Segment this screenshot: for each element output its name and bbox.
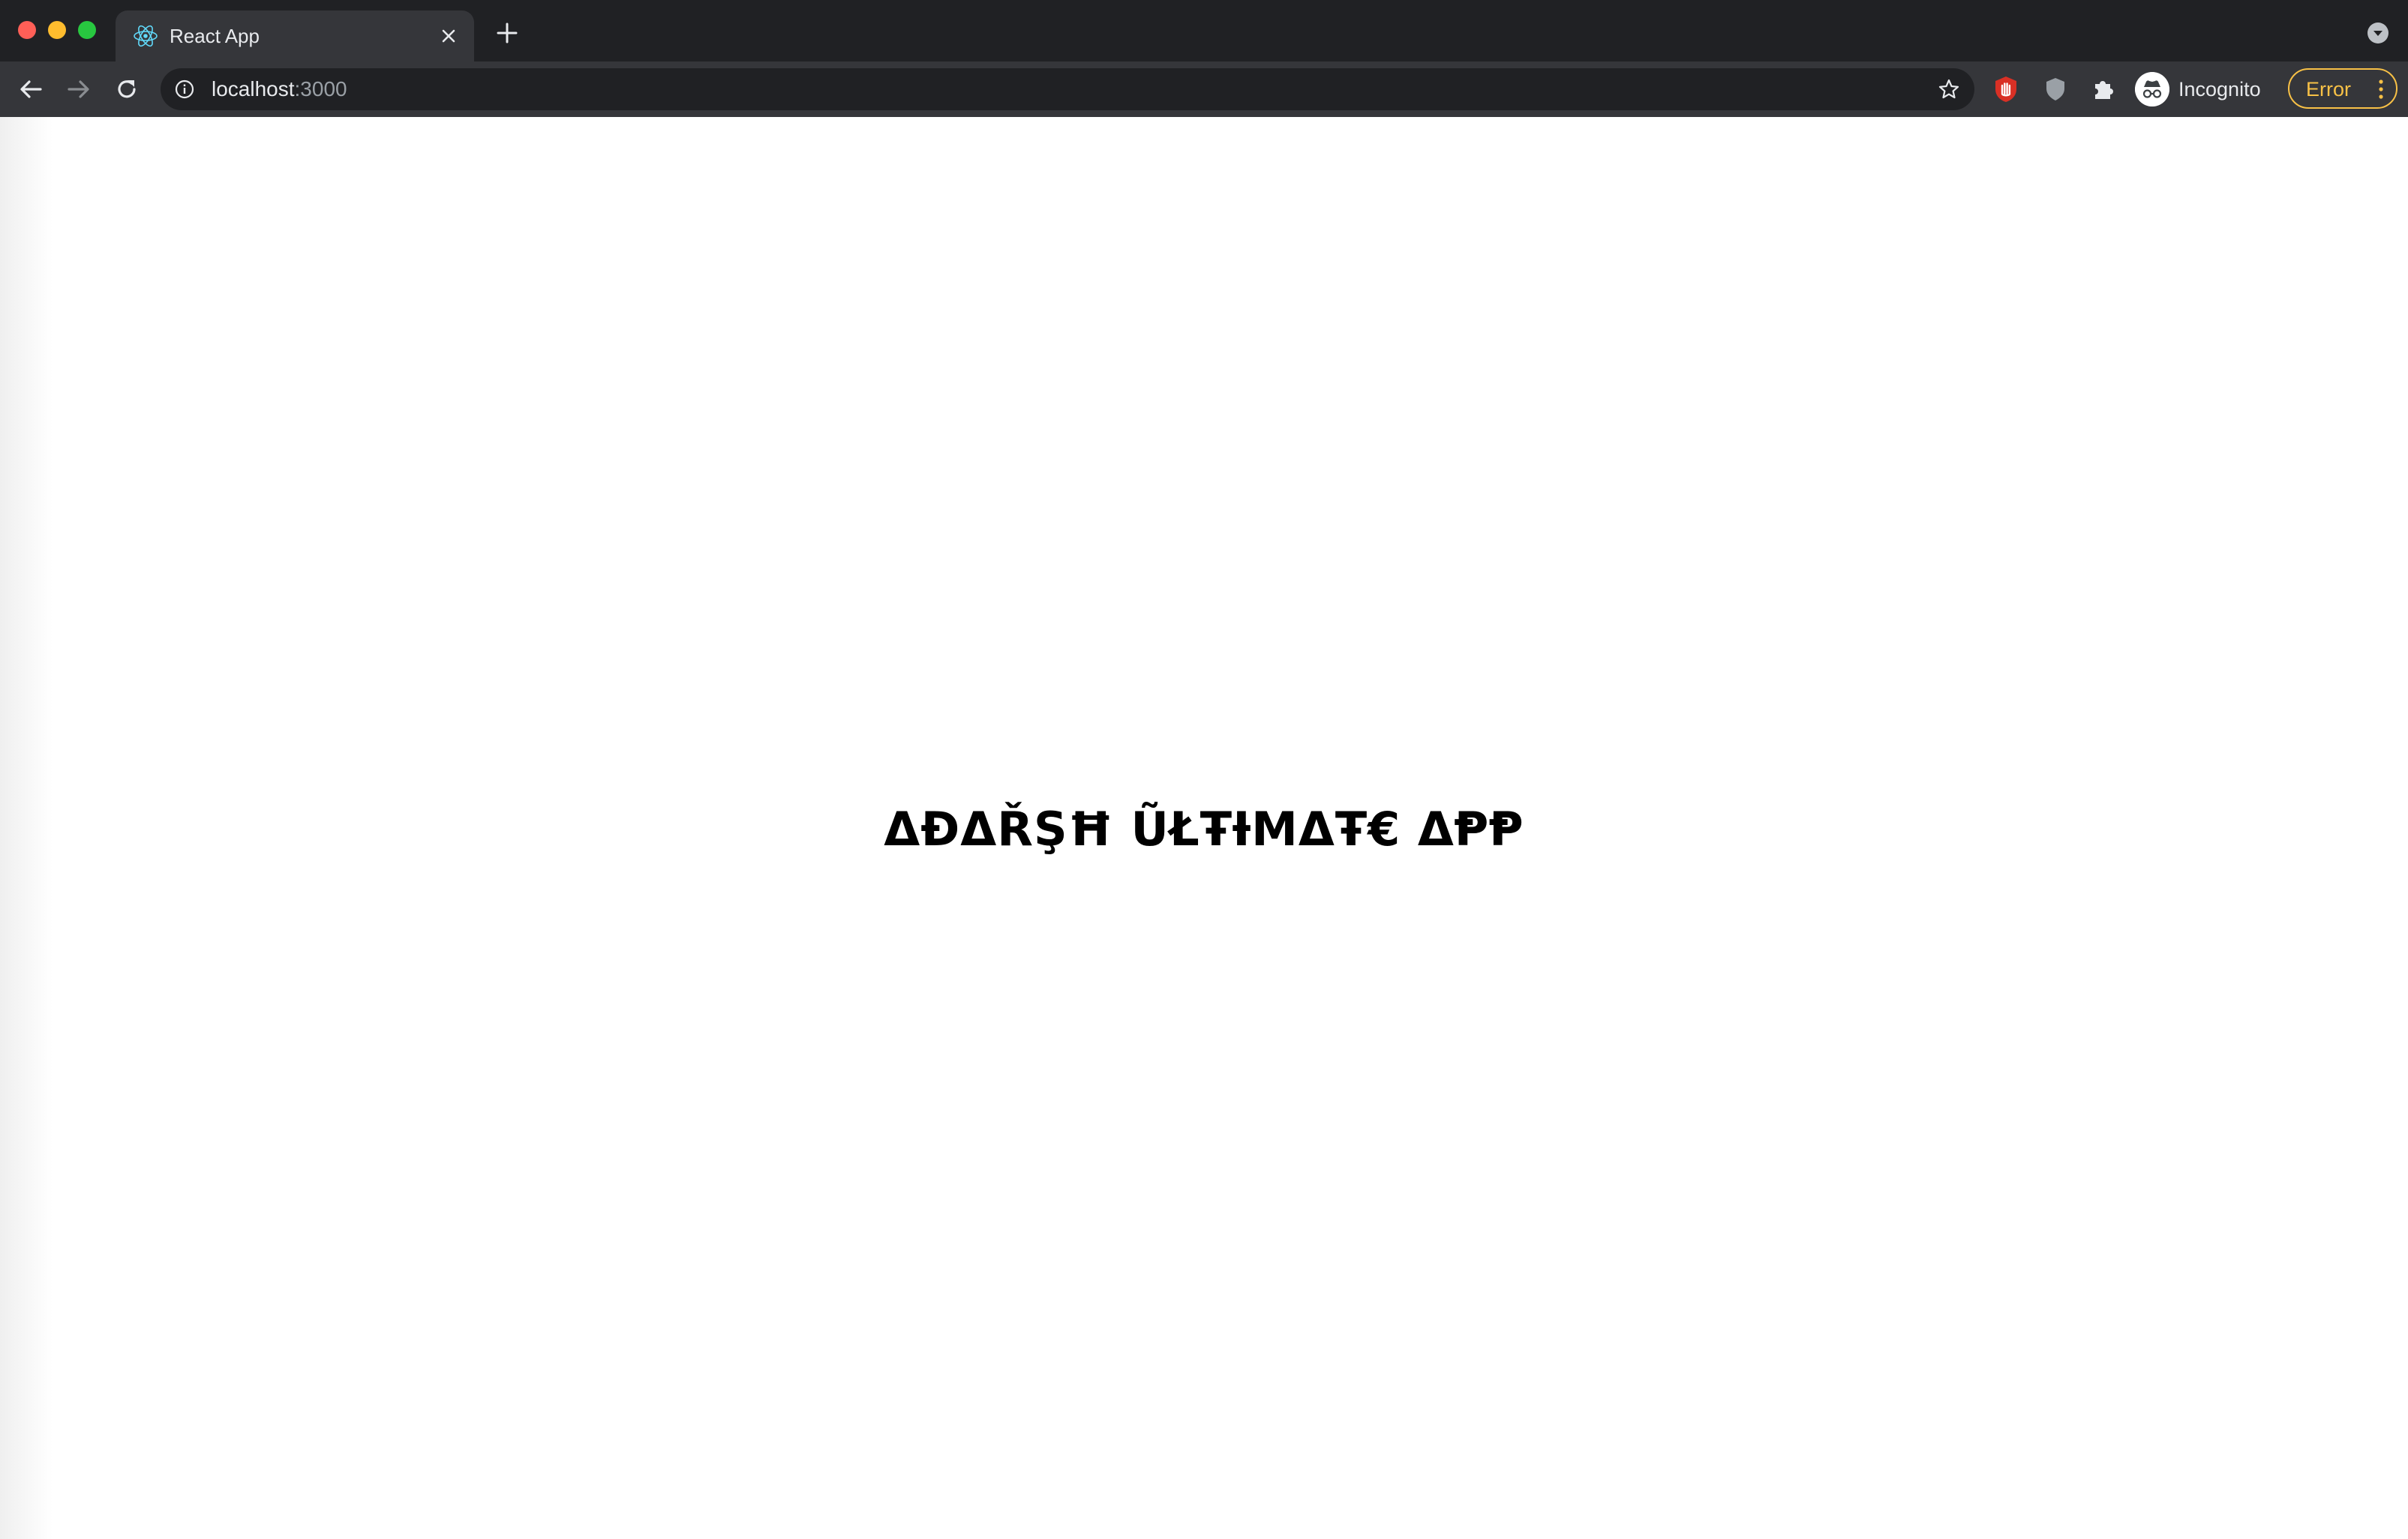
- more-vertical-icon: [2379, 80, 2383, 99]
- reload-icon[interactable]: [111, 74, 143, 105]
- page-viewport: ΔĐΔŘŞĦ ŨŁŦƗMΔŦ€ ΔⱣⱣ: [0, 117, 2408, 1539]
- red-hand-extension-icon[interactable]: [1991, 74, 2021, 104]
- window-minimize-button[interactable]: [48, 21, 66, 39]
- incognito-label: Incognito: [2178, 78, 2261, 100]
- back-arrow-icon[interactable]: [15, 74, 47, 105]
- shield-extension-icon[interactable]: [2040, 74, 2070, 104]
- window-close-button[interactable]: [18, 21, 36, 39]
- tab-close-icon[interactable]: [435, 22, 462, 50]
- browser-window: React App localhost:3000 Incognito Error…: [0, 0, 2408, 1539]
- tab-react-app[interactable]: React App: [116, 10, 474, 62]
- tab-search-icon[interactable]: [2366, 21, 2390, 45]
- url-text: localhost:3000: [212, 76, 347, 103]
- incognito-profile-button[interactable]: Incognito: [2132, 69, 2282, 110]
- error-menu-button[interactable]: Error: [2288, 68, 2397, 109]
- url-port: :3000: [294, 77, 347, 100]
- app-heading: ΔĐΔŘŞĦ ŨŁŦƗMΔŦ€ ΔⱣⱣ: [884, 802, 1524, 856]
- puzzle-extensions-icon[interactable]: [2088, 74, 2118, 104]
- address-bar[interactable]: localhost:3000: [161, 68, 1974, 110]
- react-logo-icon: [134, 25, 158, 47]
- error-label: Error: [2306, 78, 2351, 100]
- incognito-icon: [2135, 72, 2169, 106]
- new-tab-button[interactable]: [494, 20, 521, 46]
- tab-title: React App: [170, 25, 260, 47]
- browser-toolbar: localhost:3000 Incognito Error: [0, 62, 2408, 117]
- window-zoom-button[interactable]: [78, 21, 96, 39]
- bookmark-star-icon[interactable]: [1937, 77, 1961, 101]
- site-info-icon[interactable]: [174, 79, 195, 100]
- url-host: localhost: [212, 77, 295, 100]
- forward-arrow-icon[interactable]: [63, 74, 95, 105]
- tab-strip: React App: [0, 0, 2408, 62]
